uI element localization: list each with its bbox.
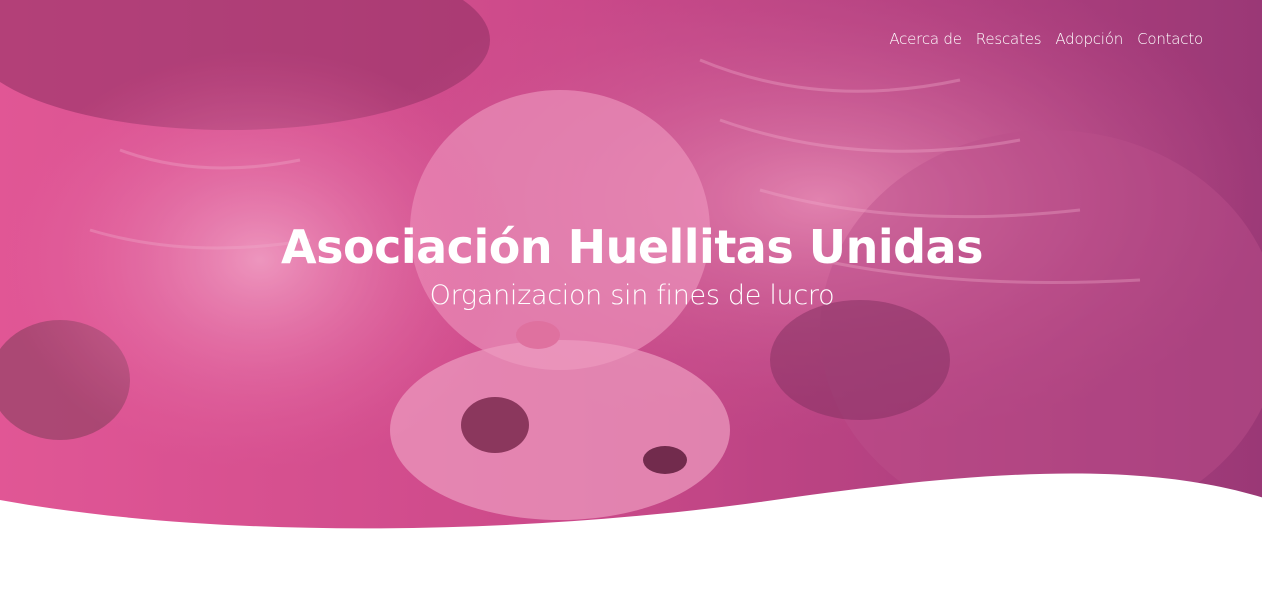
nav-link-rescates[interactable]: Rescates: [976, 29, 1042, 49]
hero-heading-group: Asociación Huellitas Unidas Organizacion…: [0, 216, 1264, 314]
hero-wave-divider: [0, 473, 1264, 540]
nav-link-contacto[interactable]: Contacto: [1137, 29, 1203, 49]
hero-subtitle: Organizacion sin fines de lucro: [429, 280, 835, 311]
nav-link-adopcion[interactable]: Adopción: [1055, 29, 1123, 49]
hero-section: Acerca de Rescates Adopción Contacto Aso…: [0, 0, 1264, 540]
nav-link-acerca-de[interactable]: Acerca de: [889, 29, 962, 49]
hero-title: Asociación Huellitas Unidas: [281, 220, 983, 274]
top-navigation: Acerca de Rescates Adopción Contacto: [889, 29, 1203, 49]
